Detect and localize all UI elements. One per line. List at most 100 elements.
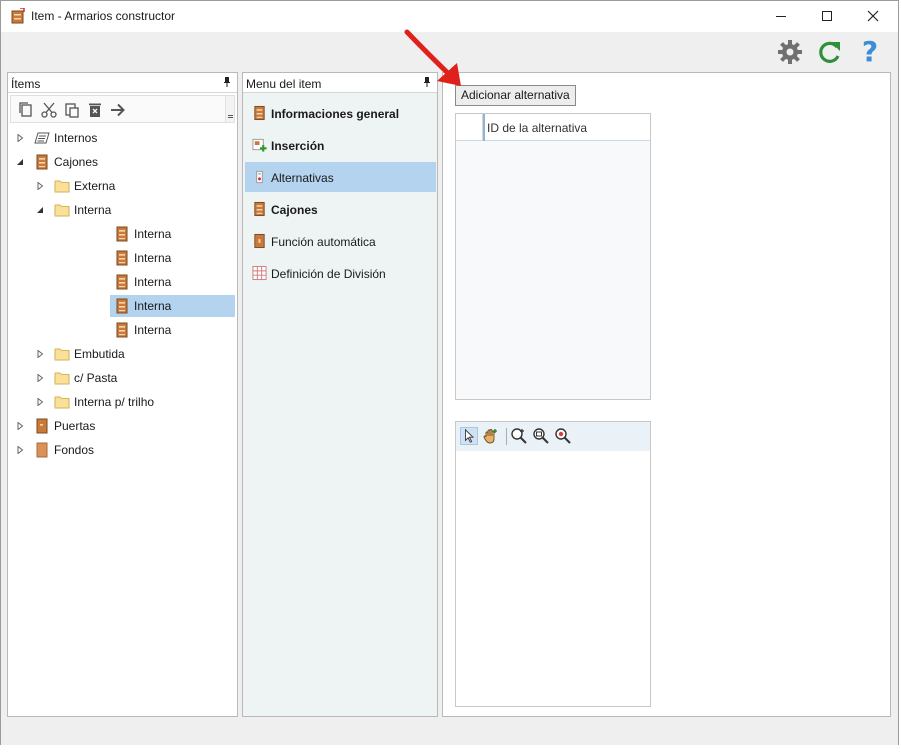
- tree-item-label: Internos: [54, 131, 98, 145]
- tree-item-label: c/ Pasta: [74, 371, 118, 385]
- cut-icon[interactable]: [40, 101, 58, 119]
- drawer-icon: [114, 322, 130, 338]
- copy-icon[interactable]: [17, 101, 35, 119]
- tree-item[interactable]: Interna: [8, 223, 237, 245]
- panel-icon: [34, 442, 50, 458]
- cabinet-icon: [252, 105, 267, 121]
- collapse-arrow-icon[interactable]: [36, 206, 44, 214]
- drawer-icon: [114, 298, 130, 314]
- refresh-icon[interactable]: [817, 39, 843, 65]
- menu-item-label: Inserción: [271, 139, 325, 153]
- drawer-icon: [114, 226, 130, 242]
- toolbar-separator: [506, 428, 507, 445]
- add-alternative-button[interactable]: Adicionar alternativa: [455, 85, 576, 106]
- zoom-window-icon[interactable]: [532, 427, 550, 445]
- menu-item[interactable]: Cajones: [245, 194, 436, 224]
- menu-item[interactable]: Función automática: [245, 226, 436, 256]
- tree-item[interactable]: Interna p/ trilho: [8, 391, 237, 413]
- tree-item-label: Externa: [74, 179, 116, 193]
- expand-arrow-icon[interactable]: [36, 350, 44, 358]
- annotation-arrow-icon: [404, 29, 461, 86]
- items-panel-title: Ítems: [11, 77, 41, 91]
- alternatives-panel: Adicionar alternativa ID de la alternati…: [442, 72, 891, 717]
- gear-icon[interactable]: [777, 39, 803, 65]
- tree-item[interactable]: Internos: [8, 127, 237, 149]
- tree-item[interactable]: Puertas: [8, 415, 237, 437]
- auto-function-icon: [252, 233, 267, 249]
- delete-icon[interactable]: [86, 101, 104, 119]
- folder-icon: [54, 202, 70, 218]
- menu-item[interactable]: Definición de División: [245, 258, 436, 288]
- tree-item[interactable]: Interna: [8, 295, 237, 317]
- arrow-right-icon[interactable]: [109, 101, 127, 119]
- pan-hand-icon[interactable]: [482, 427, 500, 445]
- maximize-button[interactable]: [804, 1, 850, 31]
- tree-item[interactable]: Cajones: [8, 151, 237, 173]
- items-toolbar-overflow[interactable]: [225, 96, 234, 122]
- close-icon: [867, 10, 879, 22]
- expand-arrow-icon[interactable]: [16, 134, 24, 142]
- tree-item-label: Interna: [74, 203, 112, 217]
- alternatives-icon: [252, 169, 267, 185]
- tree-item[interactable]: c/ Pasta: [8, 367, 237, 389]
- drawer-icon: [114, 274, 130, 290]
- insert-icon: [252, 137, 267, 153]
- expand-arrow-icon[interactable]: [36, 182, 44, 190]
- menu-item[interactable]: Inserción: [245, 130, 436, 160]
- paste-icon[interactable]: [63, 101, 81, 119]
- tree-item[interactable]: Fondos: [8, 439, 237, 461]
- zoom-extents-icon[interactable]: [554, 427, 572, 445]
- expand-arrow-icon[interactable]: [16, 422, 24, 430]
- tree-item[interactable]: Externa: [8, 175, 237, 197]
- tree-item-label: Embutida: [74, 347, 125, 361]
- menu-panel-title: Menu del item: [246, 77, 322, 91]
- expand-arrow-icon[interactable]: [16, 446, 24, 454]
- pin-icon[interactable]: [222, 76, 232, 88]
- menu-item-label: Informaciones general: [271, 107, 400, 121]
- tree-item-label: Interna: [134, 275, 172, 289]
- expand-arrow-icon[interactable]: [36, 398, 44, 406]
- tree-item[interactable]: Interna: [8, 199, 237, 221]
- drawer-icon: [34, 154, 50, 170]
- tree-item-label: Interna: [134, 323, 172, 337]
- tree-item-label: Interna: [134, 299, 172, 313]
- close-button[interactable]: [850, 1, 896, 31]
- alternatives-grid[interactable]: ID de la alternativa: [455, 113, 651, 400]
- menu-item-label: Función automática: [271, 235, 376, 249]
- tree-item[interactable]: Interna: [8, 271, 237, 293]
- viewer-toolbar: [456, 422, 650, 451]
- menu-item-label: Definición de División: [271, 267, 386, 281]
- preview-viewer[interactable]: [455, 421, 651, 707]
- door-icon: [34, 418, 50, 434]
- grid-icon: [252, 265, 267, 281]
- pointer-icon[interactable]: [460, 427, 478, 445]
- collapse-arrow-icon[interactable]: [16, 158, 24, 166]
- column-header-alternative-id[interactable]: ID de la alternativa: [487, 121, 587, 135]
- grid-row-header[interactable]: [456, 114, 483, 141]
- menu-panel: Menu del item Informaciones general Inser…: [242, 72, 438, 717]
- tree-item[interactable]: Interna: [8, 319, 237, 341]
- drawer-icon: [114, 250, 130, 266]
- zoom-in-icon[interactable]: [510, 427, 528, 445]
- tree-item-label: Interna: [134, 251, 172, 265]
- app-icon: [11, 8, 25, 24]
- items-panel-header: Ítems: [8, 73, 237, 93]
- items-panel: Ítems Internos Cajones Externa Interna I…: [7, 72, 238, 717]
- folder-icon: [54, 346, 70, 362]
- expand-arrow-icon[interactable]: [36, 374, 44, 382]
- tree-item-label: Cajones: [54, 155, 99, 169]
- tree-item-label: Interna p/ trilho: [74, 395, 155, 409]
- tree-item[interactable]: Interna: [8, 247, 237, 269]
- menu-item[interactable]: Alternativas: [245, 162, 436, 192]
- tree-item-label: Interna: [134, 227, 172, 241]
- minimize-button[interactable]: [758, 1, 804, 31]
- help-icon[interactable]: ?: [857, 38, 883, 66]
- grid-header: ID de la alternativa: [456, 114, 650, 141]
- app-window: Item - Armarios constructor ? Ítems Inte…: [0, 0, 899, 745]
- menu-item[interactable]: Informaciones general: [245, 98, 436, 128]
- tree-item[interactable]: Embutida: [8, 343, 237, 365]
- menu-item-label: Cajones: [271, 203, 318, 217]
- column-separator[interactable]: [483, 114, 485, 141]
- tree-item-label: Puertas: [54, 419, 96, 433]
- drawer-icon: [252, 201, 267, 217]
